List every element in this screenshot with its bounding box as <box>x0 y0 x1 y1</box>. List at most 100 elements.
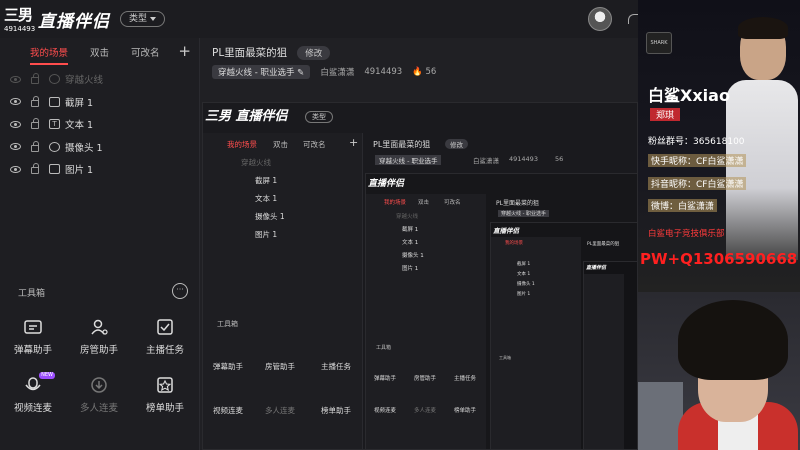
mirror-room: 4914493 <box>509 155 538 163</box>
mirror-source: 文本 1 <box>255 194 278 203</box>
mirror-add: + <box>349 136 359 149</box>
add-scene-button[interactable]: + <box>178 42 191 60</box>
type-button[interactable]: 类型 <box>120 11 166 27</box>
toolbox-header: 工具箱 ··· <box>0 283 200 301</box>
mirror4-left <box>584 274 624 449</box>
screenshot-icon <box>49 96 60 107</box>
poster-real-name: 郑琪 <box>650 108 681 121</box>
mirror-source: 穿越火线 <box>241 158 271 167</box>
mirror-source: 截屏 1 <box>255 176 278 185</box>
eye-icon[interactable] <box>10 143 21 151</box>
tool-multi-link[interactable]: 多人连麦 <box>66 376 132 414</box>
mirror-heat: 56 <box>555 155 564 163</box>
mirror-tab: 可改名 <box>303 140 326 149</box>
poster-name: 白鲨Xxiao <box>648 86 730 105</box>
mirror-type-button: 类型 <box>305 111 333 123</box>
poster-club: 白鲨电子竞技俱乐部 <box>648 229 725 239</box>
new-badge: NEW <box>39 372 55 379</box>
mirror-tool: 多人连麦 <box>265 406 295 415</box>
mirror2-left: 我的场景 双击 可改名 穿越火线 截屏 1 文本 1 摄像头 1 图片 1 工具… <box>366 194 486 449</box>
scene-tabs: 我的场景 双击 可改名 + <box>0 38 199 66</box>
poster-contact: PW+Q1306590668 <box>640 250 798 268</box>
tool-video-link[interactable]: NEW 视频连麦 <box>0 372 66 414</box>
room-id: 4914493 <box>364 67 403 77</box>
eye-icon[interactable] <box>10 120 21 128</box>
poster-fans-group: 粉丝群号：365618100 <box>648 137 745 147</box>
lock-icon[interactable] <box>31 140 39 152</box>
logo-id: 4914493 <box>4 25 36 33</box>
lock-icon[interactable] <box>31 118 39 130</box>
mirror3-left: 我的场景 截屏 1 文本 1 摄像头 1 图片 1 工具箱 <box>491 237 581 449</box>
category-tag[interactable]: 穿越火线 - 职业选手 ✎ <box>212 65 311 79</box>
scene-panel: 我的场景 双击 可改名 + 穿越火线 截屏 1 T 文本 1 摄像头 1 图片 … <box>0 38 200 450</box>
preview-mirror-3: 直播伴侣 我的场景 截屏 1 文本 1 摄像头 1 图片 1 工具箱 PL里面最… <box>490 222 637 449</box>
headset-icon[interactable] <box>628 14 638 24</box>
mirror-stream-title: PL里面最菜的狙 <box>373 140 431 149</box>
logo-text: 直播伴侣 <box>38 11 110 32</box>
tab-my-scenes[interactable]: 我的场景 <box>30 45 69 65</box>
source-label: 图片 1 <box>65 165 94 177</box>
mirror-tool: 榜单助手 <box>321 406 351 415</box>
camera-icon <box>49 141 60 152</box>
task-icon <box>155 318 175 336</box>
tool-label: 弹幕助手 <box>13 345 52 356</box>
toolbox-grid: 弹幕助手 房管助手 主播任务 NEW 视频连麦 多人连麦 榜单助手 <box>0 318 200 414</box>
tool-danmaku[interactable]: 弹幕助手 <box>0 318 66 356</box>
stream-title-row: PL里面最菜的狙 修改 <box>212 45 331 60</box>
danmaku-icon <box>23 318 43 336</box>
poster-douyin: 抖音昵称：CF白鲨潇潇 <box>648 177 747 190</box>
tool-label: 房管助手 <box>79 345 118 356</box>
tool-task[interactable]: 主播任务 <box>132 318 198 356</box>
poster-weibo: 微博：白鲨潇潇 <box>648 199 718 212</box>
stream-title: PL里面最菜的狙 <box>212 47 288 59</box>
tool-ranking[interactable]: 榜单助手 <box>132 376 198 414</box>
list-item[interactable]: 图片 1 <box>0 158 199 181</box>
main-area: PL里面最菜的狙 修改 穿越火线 - 职业选手 ✎ 白鲨潇潇 4914493 🔥… <box>200 38 638 450</box>
lock-icon[interactable] <box>31 163 39 175</box>
mirror-source: 图片 1 <box>255 230 278 239</box>
mirror-tab: 双击 <box>273 140 288 149</box>
top-bar: 三男 4914493 直播伴侣 类型 <box>0 0 638 38</box>
tool-label: 多人连麦 <box>79 403 118 414</box>
ranking-icon <box>155 376 175 394</box>
streamer-name: 白鲨潇潇 <box>320 68 355 78</box>
source-label: 截屏 1 <box>65 97 94 109</box>
image-icon <box>49 164 60 175</box>
heat-count: 🔥 56 <box>412 67 437 77</box>
tool-label: 视频连麦 <box>13 403 52 414</box>
list-item[interactable]: 摄像头 1 <box>0 136 199 159</box>
mirror-tool: 主播任务 <box>321 362 351 371</box>
eye-icon[interactable] <box>10 98 21 106</box>
lock-icon[interactable] <box>31 95 39 107</box>
category-label: 穿越火线 - 职业选手 <box>218 68 295 78</box>
team-logo: SHARK <box>646 32 672 54</box>
eye-off-icon[interactable] <box>10 75 21 83</box>
mirror2-logo: 直播伴侣 <box>368 179 405 189</box>
mirror-tool: 视频连麦 <box>213 406 243 415</box>
lock-icon[interactable] <box>31 73 39 85</box>
mirror-logo-mark: 三男 <box>205 109 232 124</box>
list-item[interactable]: T 文本 1 <box>0 113 199 136</box>
stream-meta: 穿越火线 - 职业选手 ✎ 白鲨潇潇 4914493 🔥 56 <box>212 65 436 79</box>
multi-link-icon <box>89 376 109 394</box>
mirror-edit: 修改 <box>445 139 468 149</box>
tool-room-admin[interactable]: 房管助手 <box>66 318 132 356</box>
tab-renamable[interactable]: 可改名 <box>131 45 160 59</box>
room-admin-icon <box>89 318 109 336</box>
more-icon[interactable]: ··· <box>172 283 188 299</box>
user-avatar[interactable] <box>588 7 612 31</box>
source-label: 穿越火线 <box>65 75 104 87</box>
list-item[interactable]: 穿越火线 <box>0 68 199 91</box>
stream-preview[interactable]: 三男 直播伴侣 类型 我的场景 双击 可改名 + 穿越火线 截屏 1 文本 1 … <box>202 102 638 450</box>
preview-mirror-2: 直播伴侣 我的场景 双击 可改名 穿越火线 截屏 1 文本 1 摄像头 1 图片… <box>365 173 637 449</box>
tab-double-click[interactable]: 双击 <box>90 45 109 59</box>
app-root: 三男 4914493 直播伴侣 类型 我的场景 双击 可改名 + 穿越火线 截屏… <box>0 0 800 450</box>
toolbox-title: 工具箱 <box>18 288 46 299</box>
chevron-down-icon <box>150 17 157 21</box>
mirror-tab: 我的场景 <box>227 140 257 149</box>
tool-label: 榜单助手 <box>145 403 184 414</box>
mirror-tool: 弹幕助手 <box>213 362 243 371</box>
eye-icon[interactable] <box>10 165 21 173</box>
list-item[interactable]: 截屏 1 <box>0 91 199 114</box>
edit-title-button[interactable]: 修改 <box>297 45 331 60</box>
